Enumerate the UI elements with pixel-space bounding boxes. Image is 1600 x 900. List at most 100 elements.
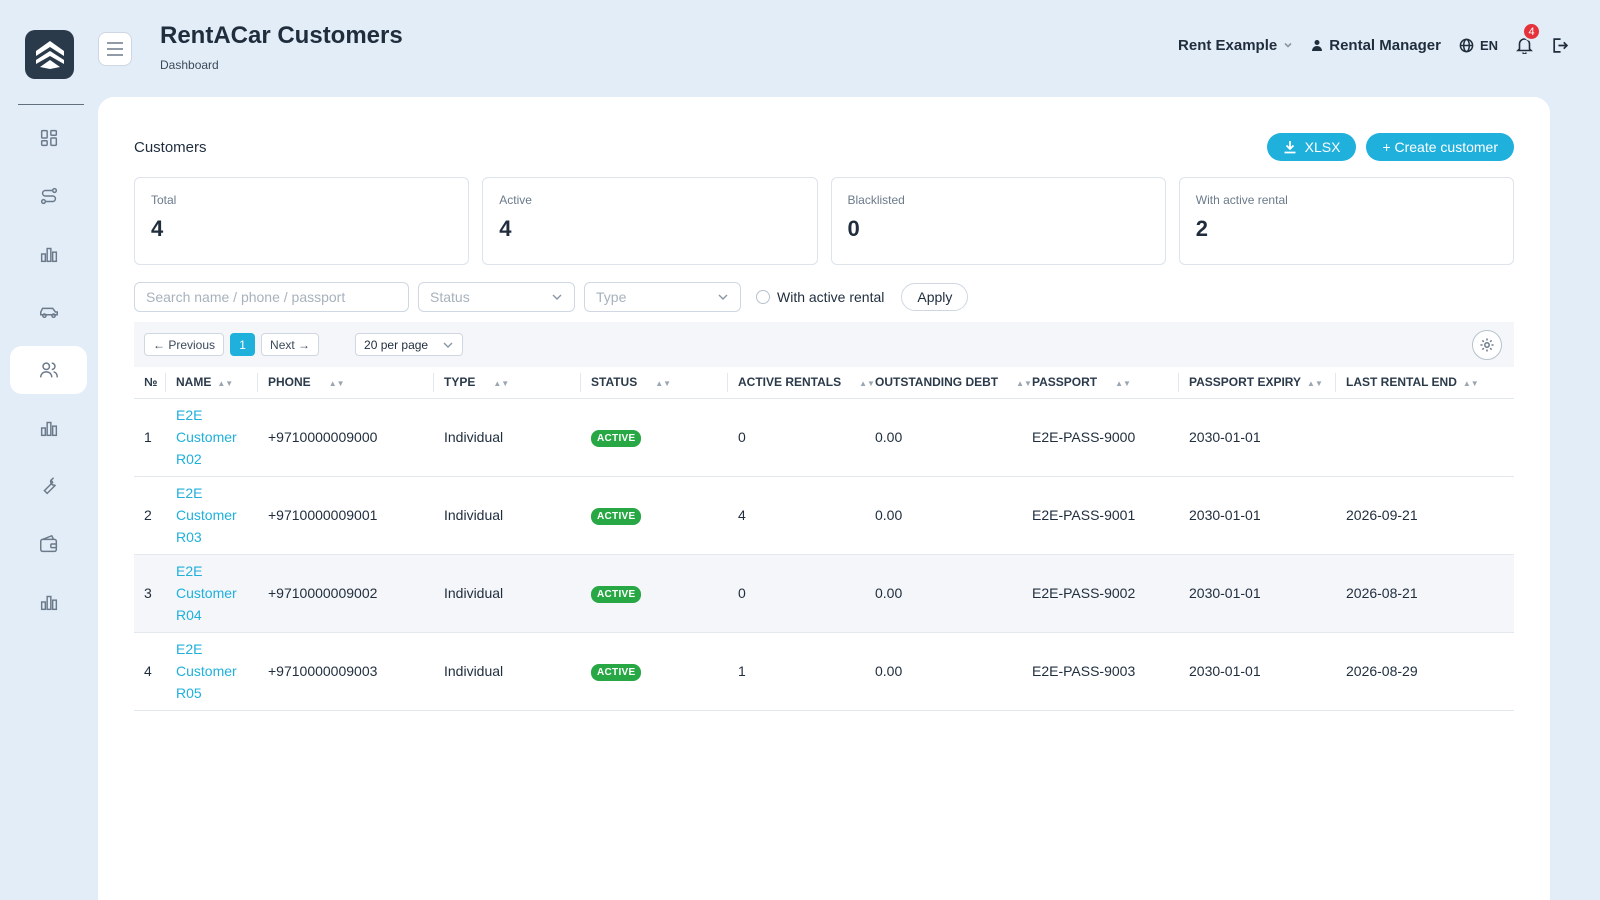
- company-name: Rent Example: [1178, 36, 1278, 54]
- stats-row: Total 4 Active 4 Blacklisted 0 With acti…: [134, 177, 1514, 265]
- sidebar-nav: [10, 114, 87, 636]
- language-selector[interactable]: EN: [1459, 38, 1498, 53]
- search-input[interactable]: Search name / phone / passport: [134, 282, 409, 312]
- cell-phone: +9710000009000: [258, 398, 434, 477]
- sort-icon[interactable]: ▲▼: [1307, 379, 1323, 388]
- company-selector[interactable]: Rent Example: [1178, 37, 1293, 54]
- cell-type: Individual: [434, 632, 581, 711]
- cell-last-rental-end: 2026-08-29: [1336, 632, 1514, 711]
- column-label: ACTIVE RENTALS: [738, 375, 842, 390]
- sidebar-item-dashboard[interactable]: [10, 114, 87, 162]
- column-label: PASSPORT EXPIRY: [1189, 375, 1302, 390]
- page-title: RentACar Customers: [160, 22, 403, 49]
- column-header-no[interactable]: №: [134, 367, 166, 399]
- sort-icon[interactable]: ▲▼: [1115, 379, 1131, 388]
- main-card: Customers XLSX + Create customer Total 4…: [98, 97, 1550, 900]
- sidebar-item-routes[interactable]: [10, 172, 87, 220]
- app-logo[interactable]: [25, 30, 74, 79]
- sort-icon[interactable]: ▲▼: [329, 379, 345, 388]
- stat-value: 4: [151, 216, 164, 241]
- user-menu[interactable]: Rental Manager: [1311, 37, 1441, 54]
- column-header-status[interactable]: STATUS ▲▼: [581, 367, 728, 399]
- cell-passport-expiry: 2030-01-01: [1179, 554, 1336, 633]
- cell-last-rental-end: [1336, 398, 1514, 477]
- export-xlsx-button[interactable]: XLSX: [1266, 133, 1357, 161]
- wrench-icon: [42, 477, 56, 495]
- create-customer-button[interactable]: + Create customer: [1366, 133, 1514, 161]
- cell-status: ACTIVE: [581, 554, 728, 633]
- breadcrumb[interactable]: Dashboard: [160, 58, 219, 72]
- cell-status: ACTIVE: [581, 398, 728, 477]
- column-header-phone[interactable]: PHONE ▲▼: [258, 367, 434, 399]
- cell-passport-expiry: 2030-01-01: [1179, 476, 1336, 555]
- column-header-last-rental-end[interactable]: LAST RENTAL END ▲▼: [1336, 367, 1514, 399]
- users-icon: [39, 362, 58, 378]
- stat-label: Blacklisted: [847, 193, 905, 207]
- cell-no: 4: [134, 632, 166, 711]
- stat-value: 2: [1195, 216, 1208, 241]
- sort-icon[interactable]: ▲▼: [217, 379, 233, 388]
- cell-debt: 0.00: [865, 632, 1022, 711]
- cell-name: E2E Customer R04: [166, 554, 258, 633]
- sort-icon[interactable]: ▲▼: [655, 379, 671, 388]
- per-page-select[interactable]: 20 per page: [355, 333, 464, 356]
- column-header-passport-expiry[interactable]: PASSPORT EXPIRY ▲▼: [1179, 367, 1336, 399]
- cell-status: ACTIVE: [581, 476, 728, 555]
- apply-button[interactable]: Apply: [901, 283, 969, 311]
- sort-icon[interactable]: ▲▼: [493, 379, 509, 388]
- status-select[interactable]: Status: [418, 282, 575, 312]
- cell-debt: 0.00: [865, 476, 1022, 555]
- sidebar-item-maintenance[interactable]: [10, 462, 87, 510]
- customer-name-link[interactable]: E2E Customer R02: [176, 404, 246, 470]
- column-header-active-rentals[interactable]: ACTIVE RENTALS ▲▼: [728, 367, 875, 399]
- language-label: EN: [1479, 37, 1498, 53]
- chart-icon: [40, 247, 57, 263]
- table-row[interactable]: 2 E2E Customer R03 +9710000009001 Indivi…: [134, 476, 1514, 555]
- sidebar-item-customers[interactable]: [10, 346, 87, 394]
- sidebar-item-cars[interactable]: [10, 288, 87, 336]
- customer-name-link[interactable]: E2E Customer R03: [176, 482, 246, 548]
- cell-passport: E2E-PASS-9000: [1022, 398, 1179, 477]
- status-placeholder: Status: [430, 289, 470, 305]
- logo-icon: [35, 40, 64, 69]
- customer-name-link[interactable]: E2E Customer R04: [176, 560, 246, 626]
- active-rental-checkbox[interactable]: [756, 290, 770, 304]
- table-row[interactable]: 1 E2E Customer R02 +9710000009000 Indivi…: [134, 398, 1514, 477]
- table-row[interactable]: 4 E2E Customer R05 +9710000009003 Indivi…: [134, 632, 1514, 711]
- cell-passport-expiry: 2030-01-01: [1179, 398, 1336, 477]
- table-row[interactable]: 3 E2E Customer R04 +9710000009002 Indivi…: [134, 554, 1514, 633]
- cell-passport: E2E-PASS-9003: [1022, 632, 1179, 711]
- stat-with-active-rental: With active rental 2: [1178, 177, 1514, 265]
- type-select[interactable]: Type: [584, 282, 741, 312]
- user-name: Rental Manager: [1329, 36, 1441, 54]
- customer-name-link[interactable]: E2E Customer R05: [176, 638, 246, 704]
- cell-debt: 0.00: [865, 398, 1022, 477]
- column-header-passport[interactable]: PASSPORT ▲▼: [1022, 367, 1179, 399]
- sort-icon[interactable]: ▲▼: [1463, 379, 1479, 388]
- table-settings-button[interactable]: [1472, 330, 1502, 360]
- cell-name: E2E Customer R03: [166, 476, 258, 555]
- column-header-outstanding-debt[interactable]: OUTSTANDING DEBT ▲▼: [865, 367, 1032, 399]
- sidebar-item-statistics[interactable]: [10, 578, 87, 626]
- previous-page-button[interactable]: ← Previous: [144, 333, 225, 356]
- column-header-type[interactable]: TYPE ▲▼: [434, 367, 581, 399]
- menu-toggle-button[interactable]: [98, 32, 132, 66]
- column-header-name[interactable]: NAME ▲▼: [166, 367, 258, 399]
- next-page-button[interactable]: Next →: [261, 333, 320, 356]
- sidebar-item-analytics[interactable]: [10, 404, 87, 452]
- sidebar-item-finance[interactable]: [10, 520, 87, 568]
- logout-button[interactable]: [1551, 37, 1568, 54]
- column-label: TYPE: [444, 375, 476, 390]
- cell-last-rental-end: 2026-09-21: [1336, 476, 1514, 555]
- car-icon: [39, 307, 58, 319]
- current-page-button[interactable]: 1: [230, 333, 256, 356]
- customers-table-wrapper: ← Previous 1 Next → 20 per page № NAME ▲▼…: [134, 322, 1514, 711]
- cell-last-rental-end: 2026-08-21: [1336, 554, 1514, 633]
- hamburger-icon: [107, 42, 123, 56]
- notifications-button[interactable]: 4: [1516, 22, 1541, 54]
- chevron-down-icon: [1284, 42, 1292, 48]
- cell-name: E2E Customer R02: [166, 398, 258, 477]
- column-label: LAST RENTAL END: [1346, 375, 1457, 390]
- active-rental-filter[interactable]: With active rental: [756, 289, 884, 305]
- sidebar-item-reports[interactable]: [10, 230, 87, 278]
